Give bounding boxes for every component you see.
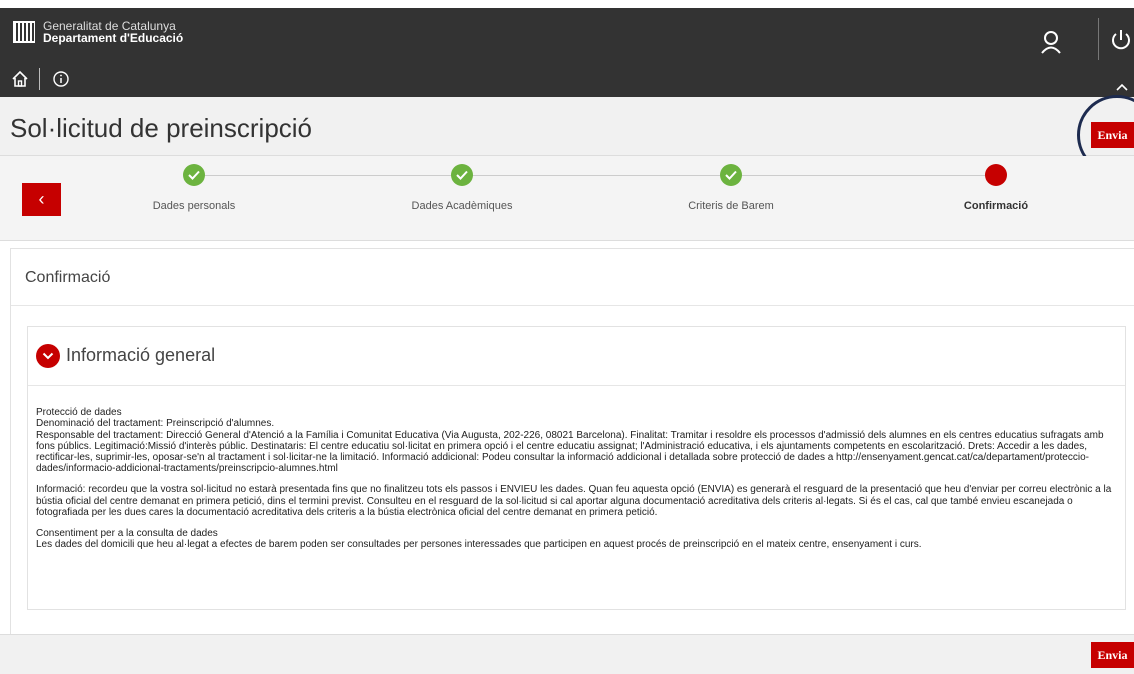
panel-header[interactable]: Informació general [28, 327, 1125, 386]
check-icon [720, 164, 742, 186]
generalitat-logo[interactable]: Generalitat de Catalunya Departament d'E… [13, 20, 183, 44]
confirmation-title: Confirmació [25, 269, 111, 286]
information-text: Informació: recordeu que la vostra sol·l… [36, 484, 1112, 518]
page-title: Sol·licitud de preinscripció [10, 113, 313, 143]
step-dades-academiques[interactable]: Dades Acadèmiques [372, 164, 552, 212]
power-icon[interactable] [1110, 28, 1132, 52]
department-name: Departament d'Educació [43, 31, 184, 45]
step-label: Dades personals [152, 200, 236, 212]
step-label: Dades Acadèmiques [411, 200, 513, 212]
check-icon [183, 164, 205, 186]
confirmation-card: Confirmació Informació general Protecció… [10, 248, 1134, 635]
back-button[interactable]: ‹ [22, 183, 61, 216]
panel-title: Informació general [66, 345, 216, 365]
current-step-dot [985, 164, 1007, 186]
info-icon[interactable] [52, 70, 70, 88]
step-label: Confirmació [963, 200, 1029, 212]
consent-text: Consentiment per a la consulta de dades … [36, 527, 922, 550]
send-button-bottom[interactable]: Envia [1091, 642, 1134, 668]
header-divider [1098, 18, 1099, 60]
step-criteris-barem[interactable]: Criteris de Barem [641, 164, 821, 212]
home-icon[interactable] [11, 70, 29, 88]
step-dades-personals[interactable]: Dades personals [104, 164, 284, 212]
check-icon [451, 164, 473, 186]
general-info-panel: Informació general Protecció de dades De… [27, 326, 1126, 610]
chevron-down-icon[interactable] [36, 344, 60, 368]
step-confirmacio[interactable]: Confirmació [906, 164, 1086, 212]
footer-bar [0, 634, 1134, 674]
user-icon[interactable] [1040, 30, 1062, 54]
wizard-steps: ‹ Dades personals Dades Acadèmiques Crit… [0, 156, 1134, 241]
title-bar: Sol·licitud de preinscripció [0, 97, 1134, 156]
generalitat-emblem-icon [13, 21, 35, 43]
data-protection-text: Protecció de dades Denominació del tract… [36, 407, 1104, 475]
top-header: Generalitat de Catalunya Departament d'E… [0, 8, 1134, 97]
chevron-up-icon[interactable] [1115, 82, 1129, 92]
panel-body: Protecció de dades Denominació del tract… [36, 407, 1121, 560]
confirmation-header: Confirmació [11, 249, 1134, 306]
nav-divider [39, 68, 40, 90]
chevron-left-icon: ‹ [38, 189, 45, 209]
step-label: Criteris de Barem [688, 200, 774, 212]
